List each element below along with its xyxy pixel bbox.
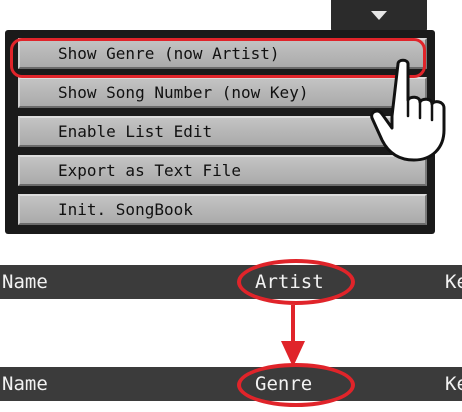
column-name-label: Name bbox=[2, 271, 48, 293]
artist-highlight-ellipse bbox=[237, 259, 355, 305]
column-key-label: Ke bbox=[445, 271, 462, 293]
triangle-down-icon bbox=[371, 11, 387, 20]
menu-item-init-songbook[interactable]: Init. SongBook bbox=[18, 194, 427, 225]
arrow-down-icon bbox=[281, 305, 305, 367]
menu-item-enable-list-edit[interactable]: Enable List Edit bbox=[18, 116, 427, 147]
selection-highlight bbox=[10, 38, 426, 78]
menu-item-export-text-file[interactable]: Export as Text File bbox=[18, 155, 427, 186]
column-name-label: Name bbox=[2, 373, 48, 395]
column-key-label: Ke bbox=[445, 373, 462, 395]
menu-dropdown-tab[interactable] bbox=[331, 0, 427, 32]
list-header-before: Name Artist Ke bbox=[0, 265, 462, 299]
menu-item-show-song-number[interactable]: Show Song Number (now Key) bbox=[18, 77, 427, 108]
list-header-after: Name Genre Ke bbox=[0, 367, 462, 401]
genre-highlight-ellipse bbox=[237, 363, 355, 407]
pointing-hand-icon bbox=[370, 58, 446, 162]
